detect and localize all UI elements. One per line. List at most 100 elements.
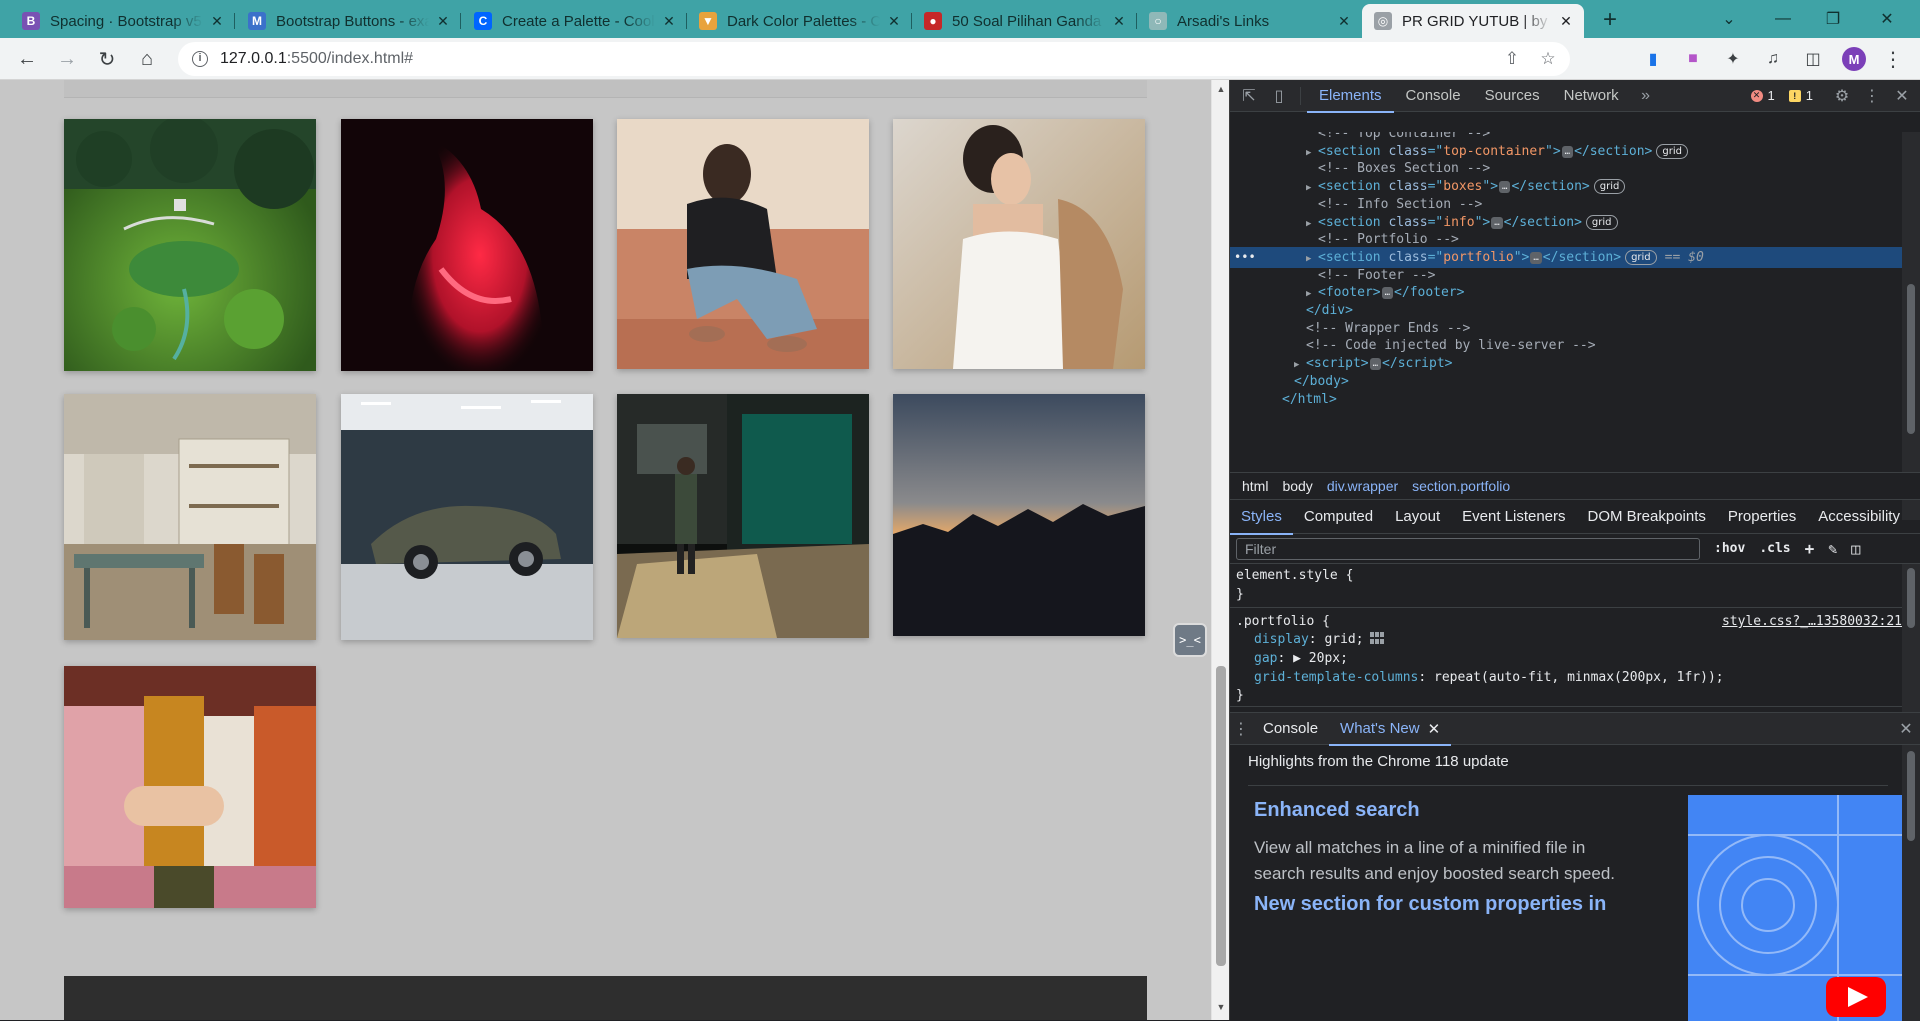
tab-search-chevron-icon[interactable]: ⌄: [1706, 0, 1752, 38]
extension-icon[interactable]: ■: [1680, 46, 1706, 72]
drawer-tab-whats-new[interactable]: What's New ✕: [1329, 713, 1452, 746]
browser-tab[interactable]: B Spacing · Bootstrap v5.3 ✕: [10, 4, 235, 38]
collapsed-content-icon[interactable]: …: [1561, 146, 1574, 158]
share-icon[interactable]: ⇧: [1496, 42, 1528, 76]
grid-badge[interactable]: grid: [1585, 215, 1618, 230]
devtools-tab-console[interactable]: Console: [1394, 80, 1473, 112]
new-tab-button[interactable]: +: [1596, 7, 1624, 35]
stylesheet-source-link[interactable]: style.css?_…13580032:21: [1722, 612, 1902, 631]
profile-avatar[interactable]: M: [1842, 47, 1866, 71]
drawer-menu-icon[interactable]: ⋮: [1230, 713, 1252, 745]
browser-tab[interactable]: ◎ PR GRID YUTUB | by ✕: [1362, 4, 1584, 38]
css-value[interactable]: repeat(auto-fit, minmax(200px, 1fr));: [1434, 670, 1724, 685]
reload-button[interactable]: ↻: [92, 44, 122, 74]
breadcrumb-item[interactable]: section.portfolio: [1412, 478, 1510, 494]
more-tabs-icon[interactable]: »: [1631, 80, 1661, 112]
breadcrumb-item[interactable]: body: [1282, 478, 1312, 494]
styles-filter-input[interactable]: Filter: [1236, 537, 1700, 560]
minimize-window-icon[interactable]: —: [1760, 0, 1806, 38]
scroll-up-arrow-icon[interactable]: ▲: [1212, 84, 1230, 94]
restore-window-icon[interactable]: ❐: [1810, 0, 1856, 38]
address-bar[interactable]: i 127.0.0.1:5500/index.html# ⇧ ☆: [178, 42, 1570, 76]
collapsed-content-icon[interactable]: …: [1381, 287, 1394, 299]
devtools-tab-elements[interactable]: Elements: [1307, 80, 1394, 113]
browser-tab[interactable]: ● 50 Soal Pilihan Ganda ✕: [912, 4, 1137, 38]
browser-tab[interactable]: ○ Arsadi's Links ✕: [1137, 4, 1362, 38]
device-toolbar-icon[interactable]: ▯: [1264, 80, 1294, 112]
error-count-badge[interactable]: ✕ 1: [1750, 88, 1775, 103]
settings-gear-icon[interactable]: ⚙: [1827, 80, 1857, 112]
grid-badge[interactable]: grid: [1656, 144, 1688, 159]
css-property[interactable]: grid-template-columns: [1254, 670, 1418, 685]
dom-tree-scrollbar[interactable]: [1902, 132, 1920, 520]
close-tab-icon[interactable]: ✕: [435, 13, 451, 30]
css-property[interactable]: display: [1254, 632, 1309, 647]
class-toggle[interactable]: .cls: [1759, 541, 1790, 556]
devtools-tab-sources[interactable]: Sources: [1473, 80, 1552, 112]
dom-node-line[interactable]: </html>: [1230, 389, 1902, 410]
side-panel-icon[interactable]: ◫: [1800, 46, 1826, 72]
subtab-dom-breakpoints[interactable]: DOM Breakpoints: [1577, 500, 1717, 534]
close-tab-icon[interactable]: ✕: [1336, 13, 1352, 30]
browser-tab[interactable]: ▼ Dark Color Palettes - Color Hunt ✕: [687, 4, 912, 38]
collapsed-content-icon[interactable]: …: [1530, 252, 1542, 264]
element-style-selector[interactable]: element.style {: [1236, 568, 1353, 583]
styles-scrollbar[interactable]: [1902, 564, 1920, 712]
elements-dom-tree[interactable]: <!-- Top Container --> ▶ <section class="t…: [1230, 132, 1920, 520]
close-tab-icon[interactable]: ✕: [1558, 13, 1574, 30]
more-menu-icon[interactable]: ⋮: [1880, 46, 1906, 72]
subtab-accessibility[interactable]: Accessibility: [1807, 500, 1911, 534]
subtab-computed[interactable]: Computed: [1293, 500, 1384, 534]
collapsed-content-icon[interactable]: …: [1499, 181, 1511, 193]
close-window-icon[interactable]: ✕: [1864, 0, 1910, 38]
scroll-down-arrow-icon[interactable]: ▼: [1212, 1002, 1230, 1012]
collapsed-content-icon[interactable]: …: [1491, 217, 1503, 229]
close-devtools-icon[interactable]: ✕: [1887, 80, 1917, 112]
subtab-event-listeners[interactable]: Event Listeners: [1451, 500, 1576, 534]
forward-button[interactable]: →: [52, 44, 82, 74]
warning-count-badge[interactable]: ! 1: [1788, 88, 1813, 103]
css-value[interactable]: grid;: [1324, 632, 1363, 647]
feature-title[interactable]: New section for custom properties in: [1254, 893, 1606, 916]
extension-icon[interactable]: ▮: [1640, 46, 1666, 72]
inspect-element-icon[interactable]: ⇱: [1234, 80, 1264, 112]
close-tab-icon[interactable]: ✕: [209, 13, 225, 30]
scrollbar-thumb[interactable]: [1907, 568, 1915, 628]
hover-state-toggle[interactable]: :hov: [1714, 541, 1745, 556]
devtools-tab-network[interactable]: Network: [1552, 80, 1631, 112]
breadcrumb-item[interactable]: div.wrapper: [1327, 478, 1398, 494]
grid-editor-icon[interactable]: [1369, 632, 1384, 644]
live-server-badge-icon[interactable]: >_<: [1173, 623, 1207, 657]
computed-sidebar-toggle-icon[interactable]: ◫: [1851, 540, 1860, 558]
browser-tab[interactable]: M Bootstrap Buttons - examples ✕: [236, 4, 461, 38]
css-value[interactable]: ▶ 20px;: [1293, 651, 1348, 666]
close-tab-icon[interactable]: ✕: [1428, 720, 1441, 738]
close-tab-icon[interactable]: ✕: [886, 13, 902, 30]
home-button[interactable]: ⌂: [132, 44, 162, 74]
grid-badge[interactable]: grid: [1593, 179, 1626, 194]
new-style-rule-icon[interactable]: +: [1805, 539, 1815, 558]
subtab-layout[interactable]: Layout: [1384, 500, 1451, 534]
bookmark-star-icon[interactable]: ☆: [1532, 42, 1564, 76]
browser-tab[interactable]: C Create a Palette - Coolors ✕: [462, 4, 687, 38]
close-tab-icon[interactable]: ✕: [1111, 13, 1127, 30]
page-scrollbar[interactable]: ▲ ▼: [1211, 80, 1229, 1020]
back-button[interactable]: ←: [12, 44, 42, 74]
drawer-scrollbar[interactable]: [1902, 745, 1920, 1021]
paint-brush-icon[interactable]: ✎: [1828, 540, 1837, 558]
extensions-puzzle-icon[interactable]: ✦: [1720, 46, 1746, 72]
devtools-menu-icon[interactable]: ⋮: [1857, 80, 1887, 112]
scrollbar-thumb[interactable]: [1907, 284, 1915, 434]
media-control-icon[interactable]: ♫: [1760, 46, 1786, 72]
subtab-properties[interactable]: Properties: [1717, 500, 1807, 534]
scrollbar-thumb[interactable]: [1907, 751, 1915, 841]
close-tab-icon[interactable]: ✕: [661, 13, 677, 30]
whats-new-video-thumbnail[interactable]: [1688, 795, 1906, 1021]
subtab-styles[interactable]: Styles: [1230, 500, 1293, 535]
feature-title[interactable]: Enhanced search: [1254, 799, 1420, 822]
drawer-tab-console[interactable]: Console: [1252, 713, 1329, 745]
close-drawer-icon[interactable]: ✕: [1891, 713, 1920, 745]
css-property[interactable]: gap: [1254, 651, 1277, 666]
grid-badge[interactable]: grid: [1625, 250, 1657, 265]
collapsed-content-icon[interactable]: …: [1369, 358, 1382, 370]
